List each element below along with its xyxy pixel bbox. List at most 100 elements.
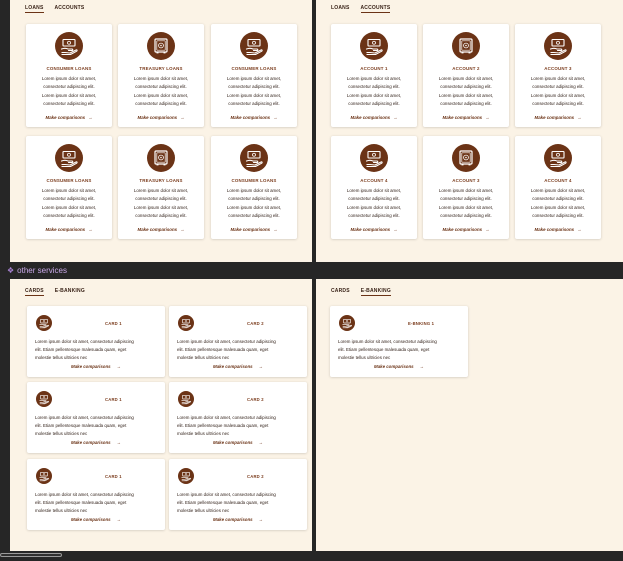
tab-bar: CARDS E-BANKING (25, 288, 85, 296)
description-line: consectetur adipiscing elit. (43, 84, 95, 90)
make-comparisons-link[interactable]: Make comparisons → (169, 440, 307, 445)
description-line: consectetur adipiscing elit. (348, 196, 400, 202)
ebanking-panel: CARDS E-BANKING E-BNKING 1 Lorem ipsum dolo… (316, 279, 623, 551)
tab-cards[interactable]: CARDS (331, 288, 350, 296)
section-heading: ❖ other services (7, 266, 67, 275)
description-line: consectetur adipiscing elit. (348, 100, 400, 106)
description-line: consectetur adipiscing elit. (43, 100, 95, 106)
tab-accounts[interactable]: ACCOUNTS (55, 5, 85, 13)
make-comparisons-link[interactable]: Make comparisons → (27, 517, 165, 522)
service-card: ACCOUNT 3 Lorem ipsum dolor sit amet, cons… (423, 136, 509, 239)
arrow-right-icon: → (258, 440, 263, 445)
make-comparisons-link[interactable]: Make comparisons → (118, 115, 204, 120)
arrow-right-icon: → (116, 517, 121, 522)
card-title: TREASURY LOANS (139, 66, 183, 71)
service-card: CARD 2 Lorem ipsum dolor sit amet, consec… (169, 382, 307, 453)
make-comparisons-link[interactable]: Make comparisons → (26, 227, 112, 232)
service-card: CARD 2 Lorem ipsum dolor sit amet, consec… (169, 306, 307, 377)
make-comparisons-link[interactable]: Make comparisons → (211, 115, 297, 120)
description-line: Lorem ipsum dolor sit amet, consectetur … (35, 492, 134, 497)
card-description: Lorem ipsum dolor sit amet, consectetur … (35, 414, 159, 438)
make-comparisons-link[interactable]: Make comparisons → (118, 227, 204, 232)
service-card: CARD 1 Lorem ipsum dolor sit amet, consec… (27, 306, 165, 377)
tab-cards[interactable]: CARDS (25, 288, 44, 296)
money-hand-icon (240, 32, 268, 60)
cta-label: Make comparisons (350, 227, 391, 232)
make-comparisons-link[interactable]: Make comparisons → (169, 517, 307, 522)
make-comparisons-link[interactable]: Make comparisons → (330, 364, 468, 369)
cta-label: Make comparisons (442, 227, 483, 232)
cta-label: Make comparisons (213, 364, 253, 369)
cta-label: Make comparisons (230, 115, 271, 120)
arrow-right-icon: → (116, 440, 121, 445)
card-title: ACCOUNT 2 (452, 66, 480, 71)
card-description: Lorem ipsum dolor sit amet, consectetur a… (218, 75, 290, 108)
make-comparisons-link[interactable]: Make comparisons → (26, 115, 112, 120)
service-card: ACCOUNT 1 Lorem ipsum dolor sit amet, cons… (331, 24, 417, 127)
make-comparisons-link[interactable]: Make comparisons → (27, 364, 165, 369)
make-comparisons-link[interactable]: Make comparisons → (331, 227, 417, 232)
description-line: consectetur adipiscing elit. (440, 212, 492, 218)
description-line: molestie tellus ultricies nec (35, 507, 88, 513)
make-comparisons-link[interactable]: Make comparisons → (423, 227, 509, 232)
arrow-right-icon: → (577, 227, 582, 232)
tab-bar: CARDS E-BANKING (331, 288, 391, 296)
money-hand-icon (339, 315, 355, 331)
description-line: consectetur adipiscing elit. (440, 196, 492, 202)
card-title: E-BNKING 1 (408, 321, 435, 326)
tab-e-banking[interactable]: E-BANKING (360, 288, 391, 296)
service-card: ACCOUNT 4 Lorem ipsum dolor sit amet, cons… (515, 136, 601, 239)
make-comparisons-link[interactable]: Make comparisons → (331, 115, 417, 120)
description-line: consectetur adipiscing elit. (228, 212, 280, 218)
money-hand-icon (36, 315, 52, 331)
horizontal-scrollbar[interactable] (0, 553, 62, 557)
make-comparisons-link[interactable]: Make comparisons → (423, 115, 509, 120)
card-title: ACCOUNT 1 (360, 66, 388, 71)
description-line: Lorem ipsum dolor sit amet, (226, 204, 282, 210)
service-card: ACCOUNT 2 Lorem ipsum dolor sit amet, cons… (423, 24, 509, 127)
card-title: ACCOUNT 3 (452, 178, 480, 183)
description-line: Lorem ipsum dolor sit amet, consectetur … (35, 339, 134, 344)
description-line: Lorem ipsum dolor sit amet, (530, 92, 586, 98)
make-comparisons-link[interactable]: Make comparisons → (27, 440, 165, 445)
description-line: Lorem ipsum dolor sit amet, (133, 92, 189, 98)
make-comparisons-link[interactable]: Make comparisons → (169, 364, 307, 369)
card-description: Lorem ipsum dolor sit amet, consectetur … (35, 491, 159, 515)
description-line: Lorem ipsum dolor sit amet, (346, 76, 402, 81)
description-line: consectetur adipiscing elit. (228, 100, 280, 106)
card-description: Lorem ipsum dolor sit amet, consectetur … (177, 338, 301, 362)
description-line: Lorem ipsum dolor sit amet, (438, 204, 494, 210)
tab-accounts[interactable]: ACCOUNTS (360, 5, 391, 13)
service-card: CONSUMER LOANS Lorem ipsum dolor sit amet… (211, 24, 297, 127)
section-title: other services (17, 266, 67, 275)
safe-icon (452, 32, 480, 60)
make-comparisons-link[interactable]: Make comparisons → (515, 115, 601, 120)
description-line: Lorem ipsum dolor sit amet, (41, 204, 97, 210)
description-line: Lorem ipsum dolor sit amet, (438, 76, 494, 81)
make-comparisons-link[interactable]: Make comparisons → (211, 227, 297, 232)
cta-label: Make comparisons (71, 364, 111, 369)
service-card: E-BNKING 1 Lorem ipsum dolor sit amet, co… (330, 306, 468, 377)
money-hand-icon (55, 32, 83, 60)
card-description: Lorem ipsum dolor sit amet, consectetur a… (430, 187, 502, 220)
description-line: Lorem ipsum dolor sit amet, consectetur … (177, 492, 276, 497)
description-line: Lorem ipsum dolor sit amet, (346, 204, 402, 210)
cta-label: Make comparisons (213, 440, 253, 445)
card-title: CARD 1 (105, 321, 122, 326)
description-line: Lorem ipsum dolor sit amet, (530, 188, 586, 193)
card-description: Lorem ipsum dolor sit amet, consectetur a… (125, 187, 197, 220)
description-line: Lorem ipsum dolor sit amet, (530, 76, 586, 81)
description-line: Lorem ipsum dolor sit amet, consectetur … (338, 339, 437, 344)
money-hand-icon (178, 391, 194, 407)
service-card: ACCOUNT 3 Lorem ipsum dolor sit amet, cons… (515, 24, 601, 127)
card-description: Lorem ipsum dolor sit amet, consectetur a… (218, 187, 290, 220)
tab-e-banking[interactable]: E-BANKING (55, 288, 85, 296)
accounts-panel: LOANS ACCOUNTS ACCOUNT 1 Lorem ipsum dolor … (316, 0, 623, 262)
money-hand-icon (178, 315, 194, 331)
safe-icon (147, 32, 175, 60)
arrow-right-icon: → (393, 227, 398, 232)
tab-loans[interactable]: LOANS (25, 5, 44, 13)
tab-loans[interactable]: LOANS (331, 5, 350, 13)
card-description: Lorem ipsum dolor sit amet, consectetur a… (522, 187, 594, 220)
make-comparisons-link[interactable]: Make comparisons → (515, 227, 601, 232)
